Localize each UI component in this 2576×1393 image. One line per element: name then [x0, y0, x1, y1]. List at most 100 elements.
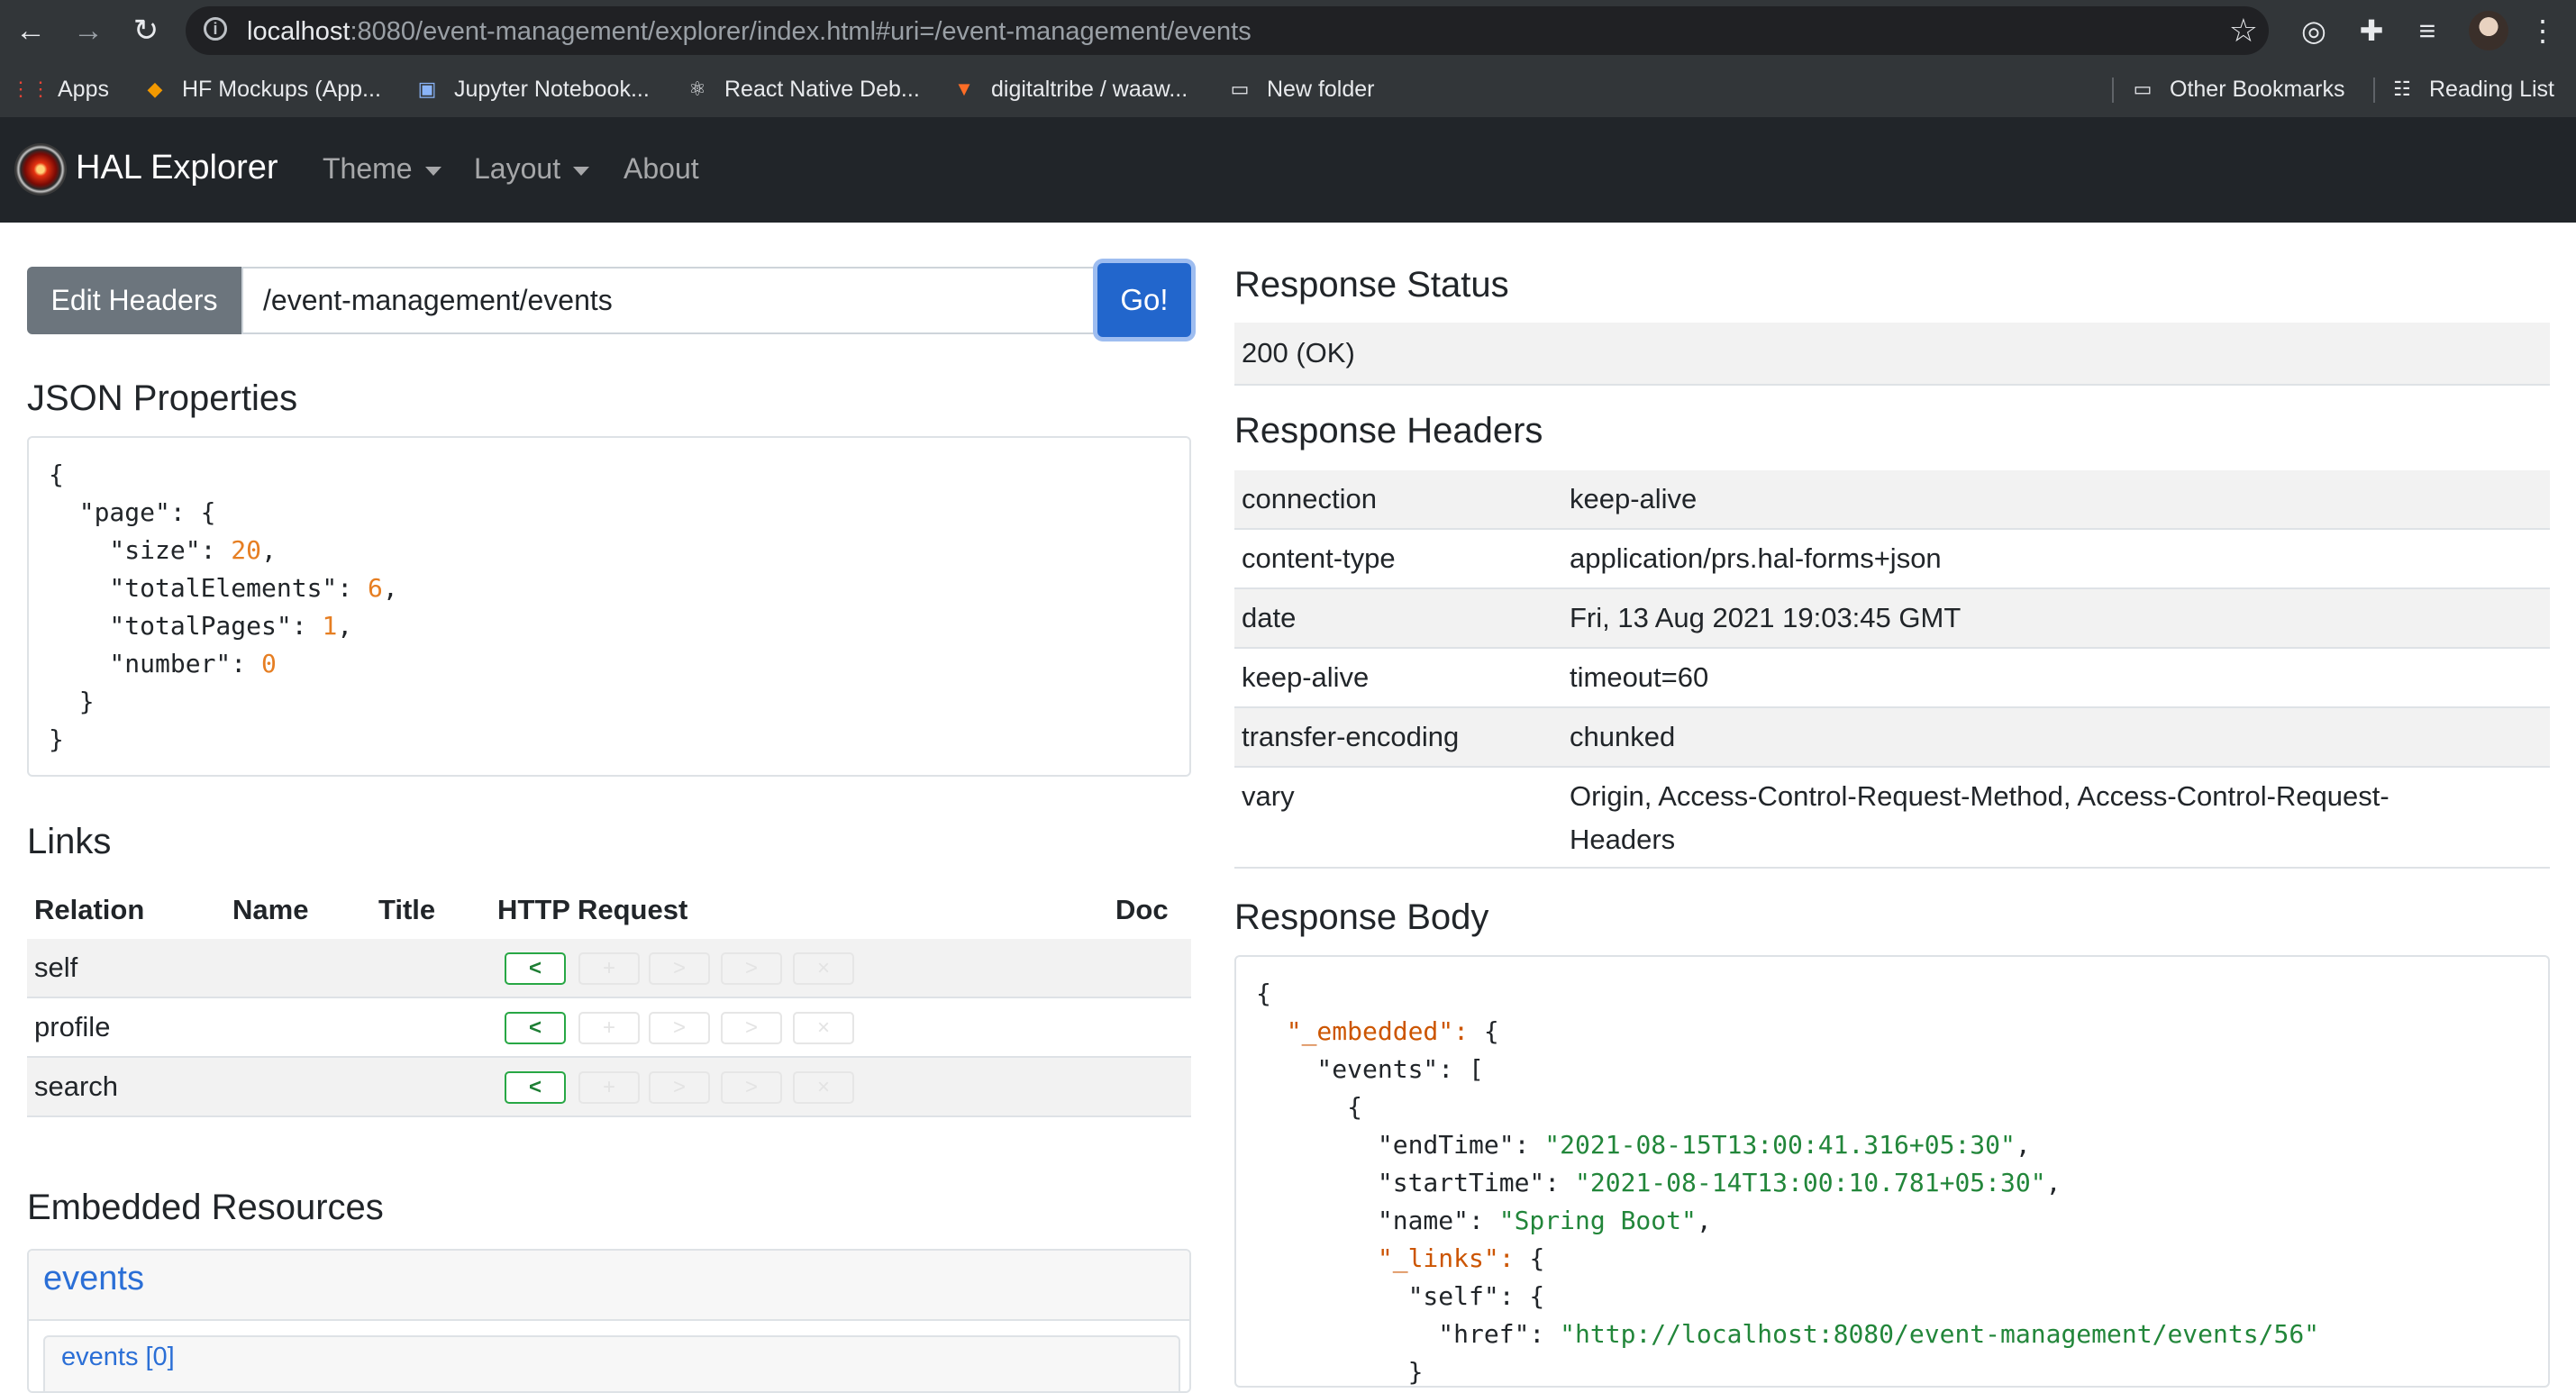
body-line: "href": "http://localhost:8080/event-man…: [1256, 1316, 2319, 1353]
body-pre: }: [1256, 1357, 1424, 1387]
browser-toolbar: ← → ↻ i localhost:8080/event-management/…: [0, 0, 2576, 61]
header-value-continued: Headers: [1570, 824, 1676, 855]
http-get-button[interactable]: <: [505, 1012, 566, 1044]
uri-input[interactable]: [241, 267, 1096, 334]
json-line-text: }: [49, 724, 64, 754]
response-body-title: Response Body: [1234, 897, 1489, 937]
http-get-button[interactable]: <: [505, 1071, 566, 1104]
body-post: ,: [1696, 1206, 1712, 1235]
response-header-row: transfer-encoding chunked: [1234, 708, 2550, 768]
json-line: "totalPages": 1,: [49, 607, 398, 645]
body-line: "_embedded": {: [1256, 1013, 2319, 1051]
bookmark-star-icon[interactable]: ☆: [2229, 12, 2258, 50]
http-post-button: +: [578, 1012, 640, 1044]
hal-eye-logo-icon[interactable]: [14, 143, 67, 196]
layout-label: Layout: [474, 152, 561, 185]
json-number-value: 1: [322, 611, 338, 641]
body-line: "name": "Spring Boot",: [1256, 1202, 2319, 1240]
json-line-text: "number":: [49, 649, 262, 678]
json-line-text: {: [49, 460, 64, 489]
link-relation: search: [34, 1070, 119, 1102]
json-key-highlight: "_links":: [1377, 1243, 1530, 1273]
bookmark-new-folder[interactable]: ▭ New folder: [1227, 72, 1375, 106]
caret-down-icon: [573, 166, 590, 176]
theme-dropdown[interactable]: Theme: [323, 152, 441, 186]
theme-label: Theme: [323, 152, 413, 185]
caret-down-icon: [424, 166, 441, 176]
json-line: }: [49, 721, 398, 759]
bookmark-gitlab[interactable]: ▼ digitaltribe / waaw...: [951, 72, 1188, 106]
http-patch-button: >: [721, 1012, 782, 1044]
reload-icon[interactable]: ↻: [124, 9, 168, 52]
json-line-text: "size":: [49, 535, 232, 565]
bookmark-jupyter[interactable]: ▣ Jupyter Notebook...: [414, 72, 650, 106]
body-line: "self": {: [1256, 1278, 2319, 1316]
body-line: }: [1256, 1353, 2319, 1387]
json-line-tail: ,: [261, 535, 277, 565]
body-pre: [1256, 1016, 1287, 1046]
http-put-button: >: [649, 952, 710, 985]
embedded-item-link[interactable]: events [0]: [61, 1343, 175, 1372]
json-line-tail: ,: [337, 611, 353, 641]
body-line: {: [1256, 975, 2319, 1013]
json-line: "totalElements": 6,: [49, 569, 397, 607]
col-title: Title: [378, 894, 436, 925]
bookmark-react-native[interactable]: ⚛ React Native Deb...: [685, 72, 920, 106]
header-value: Origin, Access-Control-Request-Method, A…: [1570, 780, 2389, 812]
back-arrow-icon[interactable]: ←: [9, 9, 52, 52]
extension-target-icon[interactable]: ◎: [2294, 11, 2334, 50]
profile-avatar[interactable]: [2469, 11, 2508, 50]
bookmark-label: Apps: [58, 76, 109, 102]
http-put-button: >: [649, 1012, 710, 1044]
col-name: Name: [232, 894, 309, 925]
reading-list-label: Reading List: [2429, 76, 2554, 102]
col-relation: Relation: [34, 894, 145, 925]
body-pre: "href":: [1256, 1319, 1561, 1349]
media-queue-icon[interactable]: ≡: [2408, 11, 2447, 50]
links-title: Links: [27, 822, 112, 861]
site-info-icon[interactable]: i: [204, 17, 227, 41]
address-bar[interactable]: i localhost:8080/event-management/explor…: [186, 6, 2269, 55]
embedded-resource-link[interactable]: events: [43, 1260, 144, 1298]
http-put-button: >: [649, 1071, 710, 1104]
about-link[interactable]: About: [624, 152, 699, 186]
json-properties-title: JSON Properties: [27, 378, 298, 418]
bookmark-apps[interactable]: ⋮⋮ Apps: [11, 72, 109, 106]
edit-headers-button[interactable]: Edit Headers: [27, 267, 241, 334]
http-delete-button: ×: [793, 1071, 854, 1104]
reading-list[interactable]: ☷ Reading List: [2389, 72, 2554, 106]
header-value: chunked: [1570, 721, 1676, 752]
json-line-text: "totalElements":: [49, 573, 369, 603]
reading-list-icon: ☷: [2393, 77, 2411, 100]
bookmark-label: New folder: [1267, 76, 1375, 102]
response-header-row: keep-alive timeout=60: [1234, 649, 2550, 708]
url-text[interactable]: localhost:8080/event-management/explorer…: [247, 17, 1252, 47]
json-line: "size": 20,: [49, 532, 398, 569]
http-post-button: +: [578, 952, 640, 985]
go-button[interactable]: Go!: [1097, 263, 1191, 337]
header-value: Fri, 13 Aug 2021 19:03:45 GMT: [1570, 602, 1962, 633]
hf-icon: ◆: [147, 77, 163, 100]
header-name: keep-alive: [1242, 661, 1370, 693]
menu-kebab-icon[interactable]: ⋮: [2523, 11, 2562, 50]
bookmark-label: digitaltribe / waaw...: [991, 76, 1188, 102]
header-value: application/prs.hal-forms+json: [1570, 542, 1942, 574]
bookmark-hf-mockups[interactable]: ◆ HF Mockups (App...: [142, 72, 381, 106]
json-line-text: "page": {: [49, 497, 216, 527]
body-pre: {: [1256, 1092, 1363, 1122]
response-header-row: content-type application/prs.hal-forms+js…: [1234, 530, 2550, 589]
other-bookmarks[interactable]: ▭ Other Bookmarks: [2130, 72, 2345, 106]
links-table-header: Relation Name Title HTTP Request Doc: [27, 881, 1191, 942]
forward-arrow-icon[interactable]: →: [67, 9, 110, 52]
json-line-text: }: [49, 687, 95, 716]
embedded-resources-title: Embedded Resources: [27, 1188, 384, 1227]
body-pre: "events": [: [1256, 1054, 1484, 1084]
http-get-button[interactable]: <: [505, 952, 566, 985]
extensions-puzzle-icon[interactable]: ✚: [2352, 11, 2391, 50]
response-status-title: Response Status: [1234, 265, 1509, 305]
brand-title[interactable]: HAL Explorer: [76, 149, 278, 187]
json-number-value: 20: [231, 535, 262, 565]
bookmarks-separator: [2112, 77, 2114, 103]
col-http-request: HTTP Request: [497, 894, 688, 925]
layout-dropdown[interactable]: Layout: [474, 152, 590, 186]
